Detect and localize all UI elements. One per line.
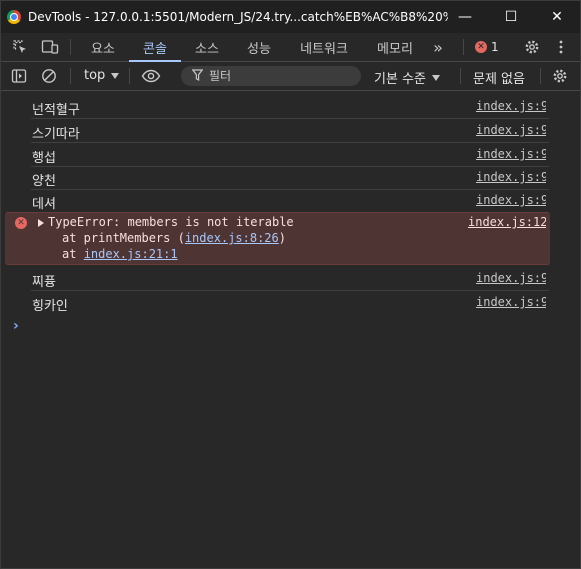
source-link[interactable]: index.js:9 [476,170,546,184]
toolbar-divider [129,68,130,84]
filter-box [181,66,361,86]
error-count: 1 [491,40,499,54]
clear-console-icon[interactable] [39,62,59,90]
tab-elements[interactable]: 요소 [81,33,125,61]
close-button[interactable]: ✕ [534,1,580,33]
log-levels-label: 기본 수준 [374,72,426,87]
log-message: 찌퓽 [32,275,56,290]
devtools-window: DevTools - 127.0.0.1:5501/Modern_JS/24.t… [0,0,581,569]
toolbar-divider [70,39,71,55]
error-icon: ✕ [15,217,27,229]
stack-frame: at printMembers (index.js:8:26) [62,231,286,245]
tab-memory[interactable]: 메모리 [365,33,425,61]
error-message-row: ✕ TypeError: members is not iterable at … [5,212,550,265]
log-row: 양천 index.js:9 [31,166,549,190]
log-row: 넌적혈구 index.js:9 [31,95,549,119]
device-toolbar-icon[interactable] [39,33,61,61]
context-label: top [84,68,106,83]
log-row: 행섭 index.js:9 [31,143,549,167]
tab-network[interactable]: 네트워크 [287,33,361,61]
log-message: 양천 [32,174,56,189]
source-link[interactable]: index.js:9 [476,271,546,285]
log-message: 넌적혈구 [32,103,80,118]
tab-sources[interactable]: 소스 [183,33,231,61]
toolbar-divider [460,68,461,84]
error-text: TypeError: members is not iterable [48,215,294,229]
live-expression-eye-icon[interactable] [140,62,162,90]
filter-funnel-icon [191,69,204,84]
chevron-down-icon [431,74,440,81]
stack-frame-link[interactable]: index.js:21:1 [84,247,178,261]
error-count-badge[interactable]: ✕ 1 [475,39,499,55]
window-title: DevTools - 127.0.0.1:5501/Modern_JS/24.t… [28,10,448,24]
chrome-logo-icon [7,10,21,24]
log-levels-dropdown[interactable]: 기본 수준 [374,68,440,87]
toolbar-divider [70,68,71,84]
tab-performance[interactable]: 성능 [235,33,283,61]
log-message: 힝카인 [32,299,68,314]
error-source-link[interactable]: index.js:12 [468,215,546,229]
source-link[interactable]: index.js:9 [476,123,546,137]
log-message: 데셔 [32,197,56,212]
log-row: 힝카인 index.js:9 [31,291,549,314]
log-message: 스기따라 [32,127,80,142]
source-link[interactable]: index.js:9 [476,147,546,161]
console-toolbar: top 기본 수준 문제 없음 [1,62,580,91]
title-bar: DevTools - 127.0.0.1:5501/Modern_JS/24.t… [1,1,580,33]
tab-console[interactable]: 콘솔 [129,33,181,62]
chevron-down-icon [111,72,120,79]
inspect-element-icon[interactable] [9,33,31,61]
stack-frame-prefix: at printMembers ( [62,231,185,245]
stack-frame-prefix: at [62,247,84,261]
toolbar-divider [463,39,464,55]
issues-button[interactable]: 문제 없음 [473,68,525,87]
log-row: 찌퓽 index.js:9 [31,267,549,291]
log-message: 행섭 [32,151,56,166]
log-row: 스기따라 index.js:9 [31,119,549,143]
log-row: 데셔 index.js:9 [31,189,549,212]
filter-input[interactable] [209,67,354,85]
console-settings-gear-icon[interactable] [549,62,571,90]
expand-triangle-icon[interactable] [38,219,44,227]
stack-frame-suffix: ) [278,231,286,245]
stack-frame-link[interactable]: index.js:8:26 [185,231,279,245]
settings-gear-icon[interactable] [520,33,544,61]
maximize-button[interactable]: ☐ [488,1,534,33]
stack-frame: at index.js:21:1 [62,247,178,261]
more-options-icon[interactable] [551,33,571,61]
minimize-button[interactable]: — [442,1,488,33]
error-icon: ✕ [475,41,487,53]
console-messages: 넌적혈구 index.js:9 스기따라 index.js:9 행섭 index… [1,91,580,568]
context-selector[interactable]: top [84,68,120,83]
more-tabs-icon[interactable]: » [427,33,449,61]
source-link[interactable]: index.js:9 [476,295,546,309]
source-link[interactable]: index.js:9 [476,193,546,207]
sidebar-toggle-icon[interactable] [9,62,29,90]
source-link[interactable]: index.js:9 [476,99,546,113]
toolbar-divider [540,68,541,84]
console-prompt-icon[interactable]: › [13,318,19,334]
